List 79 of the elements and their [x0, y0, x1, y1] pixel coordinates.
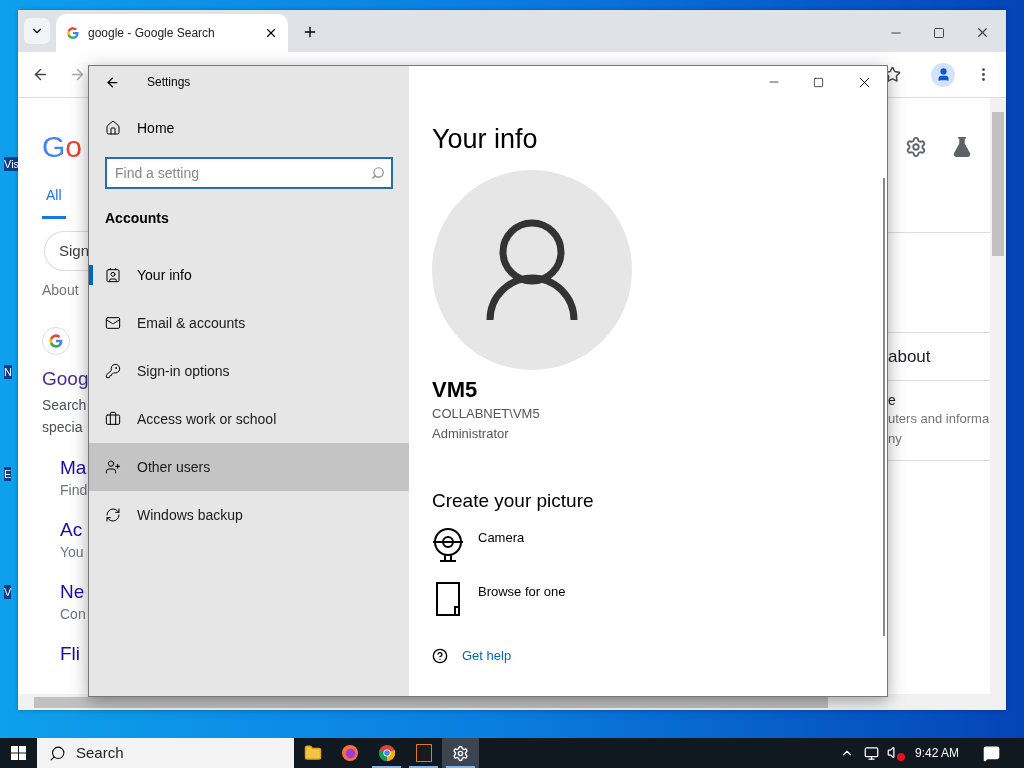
- search-tab[interactable]: All: [42, 185, 66, 219]
- desktop-icon-label: E: [4, 467, 12, 481]
- close-icon[interactable]: [975, 25, 990, 40]
- sitelink-title[interactable]: Ac: [60, 517, 88, 542]
- sitelink-title[interactable]: Ma: [60, 455, 88, 480]
- volume-icon[interactable]: [886, 745, 905, 761]
- back-icon[interactable]: [32, 66, 49, 83]
- mail-icon: [105, 315, 121, 331]
- taskbar-app[interactable]: [442, 738, 479, 768]
- nav-item[interactable]: Other users: [89, 443, 409, 491]
- picture-option[interactable]: Browse for one: [432, 582, 757, 616]
- role-text: Administrator: [432, 425, 510, 443]
- nav-item[interactable]: Sign-in options: [89, 347, 409, 395]
- webcam-icon: [432, 528, 464, 562]
- g-logo-icon: [66, 26, 80, 40]
- notifications-icon[interactable]: [983, 744, 1000, 762]
- forward-icon[interactable]: [69, 66, 86, 83]
- search-icon: [49, 744, 66, 762]
- result-snippet: uters and informa: [888, 410, 990, 428]
- back-icon[interactable]: [105, 74, 120, 90]
- tab-list-button[interactable]: [24, 18, 50, 44]
- maximize-icon[interactable]: [933, 26, 945, 39]
- briefcase-icon: [105, 411, 121, 427]
- result-title-link[interactable]: Goog: [42, 365, 88, 394]
- maximize-icon[interactable]: [813, 76, 824, 88]
- vertical-scrollbar[interactable]: [990, 98, 1006, 694]
- chrome-wheel-icon[interactable]: [377, 744, 396, 762]
- about-text: About: [42, 281, 80, 300]
- account-text: COLLABNET\VM5: [432, 405, 541, 423]
- picture-option[interactable]: Camera: [432, 528, 757, 562]
- help-link[interactable]: Get help: [432, 646, 757, 666]
- setting-search-field[interactable]: Find a setting: [105, 157, 393, 189]
- g-logo-icon: [48, 333, 64, 349]
- add-user-icon: [105, 459, 121, 475]
- result-snippet: specia: [42, 417, 84, 437]
- square-app-icon[interactable]: [415, 744, 432, 762]
- section-heading: about: [888, 345, 931, 368]
- section-heading: Accounts: [104, 209, 170, 228]
- nav-item[interactable]: Access work or school: [89, 395, 409, 443]
- contact-icon: [105, 267, 121, 283]
- section-subtitle: Create your picture: [432, 489, 595, 513]
- sitelink-snippet: You: [60, 542, 85, 562]
- desktop-icon-label: N: [4, 365, 12, 379]
- gear-icon[interactable]: [452, 744, 469, 762]
- scrollbar[interactable]: [883, 178, 885, 636]
- new-tab-icon[interactable]: [302, 24, 318, 40]
- sitelink-title[interactable]: Fli: [60, 641, 88, 666]
- logo-text: Go: [42, 131, 84, 163]
- profile-avatar-icon[interactable]: [931, 62, 955, 87]
- search-icon: [371, 166, 385, 180]
- browser-tab[interactable]: google - Google Search: [56, 14, 288, 52]
- sitelink-snippet: Con: [60, 604, 87, 624]
- flask-icon[interactable]: [951, 136, 973, 158]
- desktop-icon-label: V: [4, 585, 12, 599]
- window-title: Settings: [147, 74, 191, 91]
- network-icon[interactable]: [863, 745, 879, 761]
- home-icon: [105, 120, 121, 136]
- user-silhouette-icon: [486, 218, 578, 322]
- taskbar-search-box[interactable]: Search: [37, 738, 294, 768]
- folder-icon[interactable]: [303, 744, 322, 762]
- sitelink-snippet: Find: [60, 480, 88, 500]
- page-title: Your info: [432, 123, 539, 156]
- sitelink-title[interactable]: Ne: [60, 579, 88, 604]
- result-snippet: ny: [888, 430, 903, 448]
- fox-globe-icon[interactable]: [340, 744, 359, 762]
- sync-icon: [105, 507, 121, 523]
- result-snippet: Search: [42, 395, 88, 415]
- nav-item[interactable]: Windows backup: [89, 491, 409, 539]
- nav-item[interactable]: Your info: [89, 251, 409, 299]
- tab-title: google - Google Search: [88, 25, 216, 42]
- clock-text[interactable]: 9:42 AM: [914, 744, 959, 762]
- user-name: VM5: [432, 376, 479, 404]
- result-title[interactable]: e: [888, 391, 990, 409]
- key-icon: [105, 363, 121, 379]
- close-icon[interactable]: [264, 26, 278, 40]
- help-icon: [432, 647, 448, 664]
- settings-icon[interactable]: [905, 136, 927, 158]
- home-nav-item[interactable]: Home: [89, 114, 409, 142]
- nav-item[interactable]: Email & accounts: [89, 299, 409, 347]
